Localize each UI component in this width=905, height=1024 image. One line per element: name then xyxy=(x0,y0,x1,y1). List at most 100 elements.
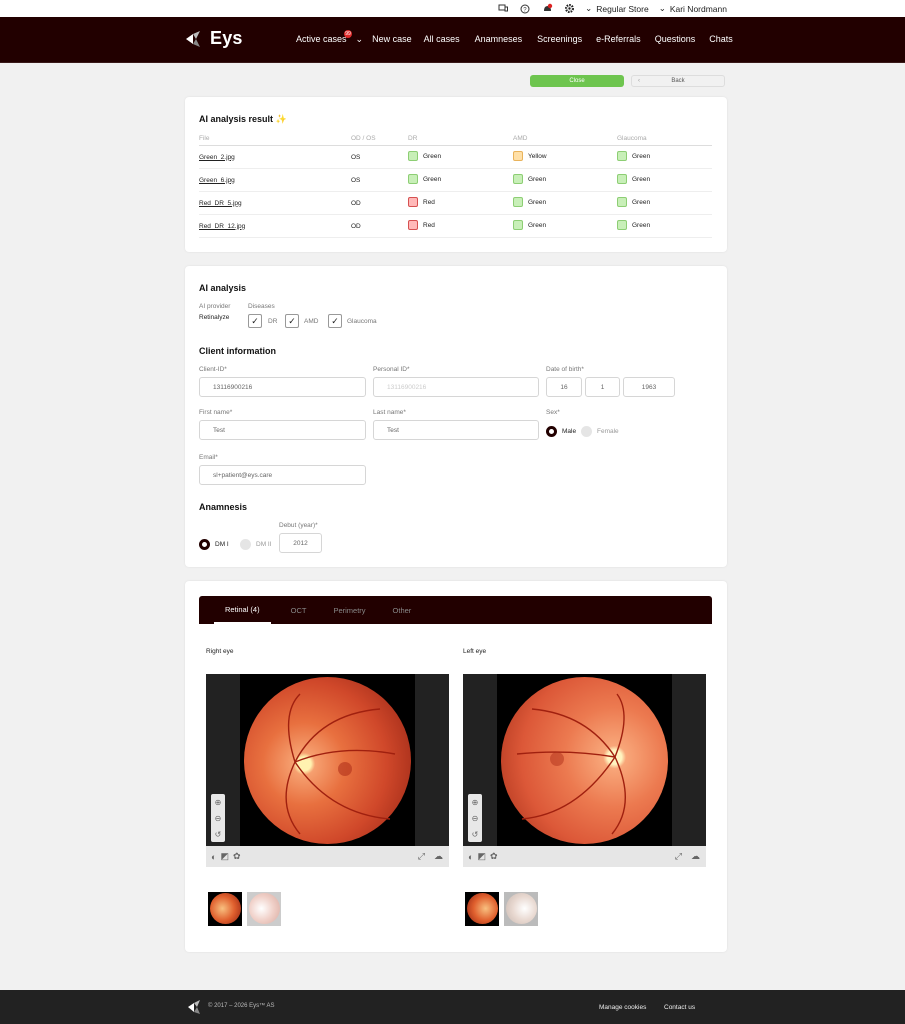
reset-zoom-icon[interactable]: ↺ xyxy=(215,830,222,839)
store-dropdown[interactable]: ⌄ Regular Store xyxy=(585,3,649,14)
eye-cell: OS xyxy=(351,145,408,169)
manage-cookies-link[interactable]: Manage cookies xyxy=(599,1004,646,1011)
nav-active-cases[interactable]: Active cases 99 xyxy=(296,30,352,45)
dm1-radio[interactable] xyxy=(199,539,210,550)
sex-label: Sex* xyxy=(546,409,560,416)
email-input[interactable]: sl+patient@eys.care xyxy=(199,465,366,485)
help-icon[interactable]: ? xyxy=(519,3,531,15)
palette-icon[interactable]: ✿ xyxy=(233,851,241,862)
store-name: Regular Store xyxy=(596,3,649,14)
download-icon[interactable]: ☁ xyxy=(691,851,700,862)
fullscreen-icon[interactable]: ⤢ xyxy=(418,851,425,862)
zoom-in-icon[interactable]: ⊕ xyxy=(215,798,222,807)
eye-cell: OD xyxy=(351,214,408,238)
contact-us-link[interactable]: Contact us xyxy=(664,1004,695,1011)
palette-icon[interactable]: ✿ xyxy=(490,851,498,862)
notification-icon[interactable] xyxy=(541,3,553,15)
brightness-icon[interactable]: ◐ xyxy=(468,852,473,862)
dob-day-input[interactable]: 16 xyxy=(546,377,582,397)
back-button[interactable]: ‹ Back xyxy=(631,75,725,87)
table-row: Green_6.jpg OS Green Green Green xyxy=(199,168,712,192)
glaucoma-checkbox[interactable]: ✓ xyxy=(328,314,342,328)
eye-cell: OD xyxy=(351,191,408,215)
status-label: Green xyxy=(528,175,547,183)
viewer-toolbar: ◐ ◩ ✿ ⤢ ☁ xyxy=(206,846,449,867)
right-thumb-1[interactable] xyxy=(208,892,242,926)
personal-id-input[interactable]: 13116900216 xyxy=(373,377,539,397)
left-fundus-image[interactable] xyxy=(497,674,672,846)
status-tag: Green xyxy=(513,174,546,184)
status-label: Red xyxy=(423,198,435,206)
nav-anamneses[interactable]: Anamneses xyxy=(475,34,523,45)
tab-retinal[interactable]: Retinal (4) xyxy=(214,596,271,624)
ai-result-title: AI analysis result ✨ xyxy=(199,114,287,124)
status-tag: Green xyxy=(513,220,546,230)
contrast-icon[interactable]: ◩ xyxy=(220,851,229,862)
status-swatch xyxy=(513,220,523,230)
brightness-icon[interactable]: ◐ xyxy=(211,852,216,862)
image-tabs: Retinal (4) OCT Perimetry Other xyxy=(199,596,712,624)
file-link[interactable]: Red_DR_12.jpg xyxy=(199,223,245,230)
amd-checkbox[interactable]: ✓ xyxy=(285,314,299,328)
contrast-icon[interactable]: ◩ xyxy=(477,851,486,862)
col-file: File xyxy=(199,135,351,146)
left-thumb-2[interactable] xyxy=(504,892,538,926)
dob-year-input[interactable]: 1963 xyxy=(623,377,675,397)
table-row: Green_2.jpg OS Green Yellow Green xyxy=(199,145,712,169)
case-actions: Close ‹ Back xyxy=(530,75,725,87)
back-label: Back xyxy=(671,78,685,84)
eys-logo-icon xyxy=(186,30,200,47)
user-menu[interactable]: ⌄ Kari Nordmann xyxy=(659,3,727,14)
nav-new-case[interactable]: New case xyxy=(372,34,412,45)
status-swatch xyxy=(513,151,523,161)
zoom-in-icon[interactable]: ⊕ xyxy=(472,798,479,807)
client-id-input[interactable]: 13116900216 xyxy=(199,377,366,397)
fullscreen-icon[interactable]: ⤢ xyxy=(675,851,682,862)
nav-chats[interactable]: Chats xyxy=(709,34,733,45)
sex-male-radio[interactable] xyxy=(546,426,557,437)
dr-checkbox-label: DR xyxy=(268,318,278,325)
tab-perimetry[interactable]: Perimetry xyxy=(322,596,376,624)
user-name: Kari Nordmann xyxy=(669,3,727,14)
nav-all-cases[interactable]: All cases xyxy=(424,34,460,45)
tab-other[interactable]: Other xyxy=(382,596,423,624)
dr-checkbox[interactable]: ✓ xyxy=(248,314,262,328)
debut-year-input[interactable]: 2012 xyxy=(279,533,322,553)
debut-label: Debut (year)* xyxy=(279,522,318,529)
ai-provider-label: AI provider xyxy=(199,303,231,310)
tab-oct[interactable]: OCT xyxy=(280,596,318,624)
status-label: Green xyxy=(423,175,442,183)
brand-logo[interactable]: Eys xyxy=(184,28,243,49)
sex-female-label: Female xyxy=(597,428,619,435)
dm2-label: DM II xyxy=(256,541,272,548)
zoom-out-icon[interactable]: ⊖ xyxy=(472,814,479,823)
gear-icon[interactable] xyxy=(563,3,575,15)
close-button[interactable]: Close xyxy=(530,75,624,87)
monitor-icon[interactable] xyxy=(497,3,509,15)
zoom-out-icon[interactable]: ⊖ xyxy=(215,814,222,823)
file-link[interactable]: Green_6.jpg xyxy=(199,177,235,184)
status-label: Yellow xyxy=(528,152,547,160)
nav-e-referrals[interactable]: e-Referrals xyxy=(596,34,641,45)
cases-badge: 99 xyxy=(344,30,352,38)
nav-screenings[interactable]: Screenings xyxy=(537,34,582,45)
file-link[interactable]: Red_DR_5.jpg xyxy=(199,200,242,207)
dm2-radio[interactable] xyxy=(240,539,251,550)
chevron-down-icon[interactable]: ⌄ xyxy=(356,34,364,45)
right-thumb-2[interactable] xyxy=(247,892,281,926)
last-name-input[interactable]: Test xyxy=(373,420,539,440)
right-fundus-image[interactable] xyxy=(240,674,415,846)
file-link[interactable]: Green_2.jpg xyxy=(199,154,235,161)
left-thumb-1[interactable] xyxy=(465,892,499,926)
col-glaucoma: Glaucoma xyxy=(617,135,712,146)
download-icon[interactable]: ☁ xyxy=(434,851,443,862)
reset-zoom-icon[interactable]: ↺ xyxy=(472,830,479,839)
first-name-input[interactable]: Test xyxy=(199,420,366,440)
eys-logo-icon xyxy=(188,1000,200,1014)
right-eye-viewer[interactable]: ⊕ ⊖ ↺ ◐ ◩ ✿ ⤢ ☁ xyxy=(206,674,449,867)
sex-female-radio[interactable] xyxy=(581,426,592,437)
dob-month-input[interactable]: 1 xyxy=(585,377,620,397)
nav-questions[interactable]: Questions xyxy=(655,34,696,45)
dm1-label: DM I xyxy=(215,541,229,548)
left-eye-viewer[interactable]: ⊕ ⊖ ↺ ◐ ◩ ✿ ⤢ ☁ xyxy=(463,674,706,867)
